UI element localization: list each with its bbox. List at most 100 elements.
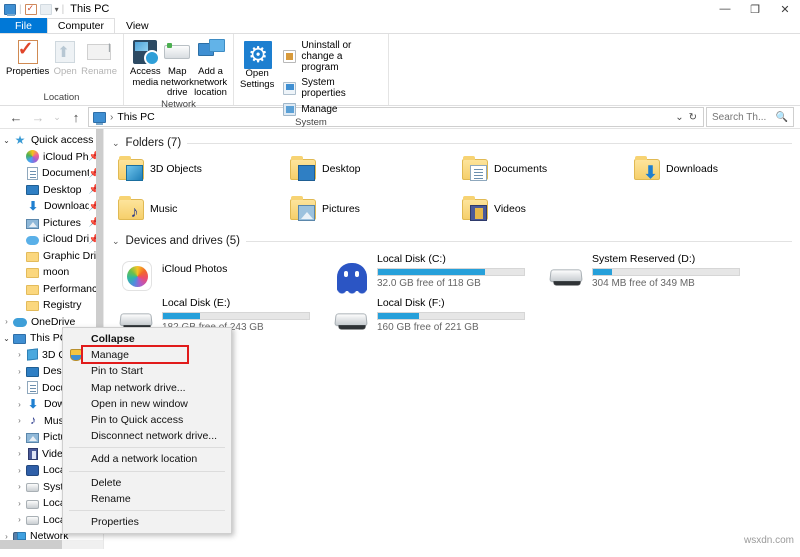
chevron-right-icon[interactable]: › [13,400,26,409]
open-settings-button[interactable]: Open Settings [240,39,274,90]
tab-computer[interactable]: Computer [46,18,116,33]
context-menu-item-add-a-network-location[interactable]: Add a network location [63,451,231,467]
folders-group-header[interactable]: ⌄ Folders (7) [112,137,792,149]
drive-tile[interactable]: iCloud Photos [110,251,325,295]
rename-button[interactable]: Rename [81,37,117,78]
context-menu[interactable]: Collapse Manage Pin to Start Map network dr… [62,327,232,535]
folder-tile[interactable]: ♪ Music [110,193,282,233]
uninstall-icon [283,50,297,63]
address-bar: ← → ⌄ ↑ › This PC ⌄ ↻ Search Th... 🔍 [0,106,800,128]
address-dropdown-icon[interactable]: ⌄ [675,112,683,123]
access-media-button[interactable]: Access media [130,37,161,88]
maximize-button[interactable]: ❐ [740,0,770,18]
chevron-right-icon[interactable]: › [13,367,26,376]
manage-button[interactable]: Manage [280,102,382,117]
sidebar-item-graphic-driver[interactable]: Graphic Driver [0,248,103,265]
search-input[interactable]: Search Th... 🔍 [706,107,794,127]
forward-button[interactable]: → [28,107,48,127]
back-button[interactable]: ← [6,107,26,127]
devices-group-header[interactable]: ⌄ Devices and drives (5) [112,235,792,247]
chevron-right-icon[interactable]: › [13,466,26,475]
open-button[interactable]: Open [49,37,81,78]
chevron-down-icon[interactable]: ⌄ [0,136,13,145]
sidebar-item-label: Graphic Driver [43,249,100,262]
folder-tile[interactable]: Documents [454,153,626,193]
chevron-right-icon[interactable]: › [13,383,26,392]
sidebar-item-moon[interactable]: moon [0,264,103,281]
breadcrumb[interactable]: This PC [117,111,154,123]
context-menu-item-label: Collapse [91,333,135,346]
manage-icon [283,103,297,116]
sidebar-item-pictures[interactable]: Pictures 📌 [0,215,103,232]
context-menu-item-map-network-drive[interactable]: Map network drive... [63,380,231,396]
downloads-icon: ⬇ [27,198,39,213]
folder-tile[interactable]: ⬇ Downloads [626,153,798,193]
this-pc-icon [13,333,26,344]
chevron-right-icon[interactable]: › [13,350,26,359]
uninstall-program-button[interactable]: Uninstall or change a program [280,39,382,74]
context-menu-item-disconnect-network-drive[interactable]: Disconnect network drive... [63,428,231,444]
sidebar-item-performance[interactable]: Performance [0,281,103,298]
sidebar-item-quick-access[interactable]: ⌄ ★ Quick access [0,132,103,149]
chevron-right-icon[interactable]: › [13,515,26,524]
chevron-down-icon[interactable]: ⌄ [112,138,120,149]
monitor-icon[interactable] [4,3,16,16]
sidebar-item-registry[interactable]: Registry [0,297,103,314]
context-menu-item-properties[interactable]: Properties [63,514,231,530]
context-menu-item-delete[interactable]: Delete [63,475,231,491]
tab-file[interactable]: File [0,18,47,33]
chevron-down-icon[interactable]: ▾ [55,5,59,14]
group-label-location: Location [43,92,80,103]
icloud-photos-app-icon [118,259,156,291]
open-icon [55,41,76,63]
sidebar-horizontal-scrollbar[interactable] [0,540,103,549]
context-menu-item-pin-to-quick-access[interactable]: Pin to Quick access [63,412,231,428]
folder-tile[interactable]: Desktop [282,153,454,193]
add-network-location-button[interactable]: Add a network location [194,37,227,99]
chevron-right-icon[interactable]: › [13,449,26,458]
chevron-right-icon[interactable]: › [13,499,26,508]
blank-icon[interactable] [39,3,52,15]
folder-tile[interactable]: 3D Objects [110,153,282,193]
drive-icon [26,483,39,493]
context-menu-item-label: Properties [91,515,139,528]
sidebar-item-icloud-photos[interactable]: iCloud Photos📌 [0,149,103,166]
chevron-right-icon[interactable]: › [0,317,13,326]
chevron-down-icon[interactable]: ⌄ [112,236,120,247]
drive-tile[interactable]: Local Disk (C:) 32.0 GB free of 118 GB [325,251,540,296]
properties-icon[interactable] [24,3,37,15]
devices-group-title: Devices and drives (5) [125,235,240,247]
gear-icon [244,41,273,69]
map-network-drive-icon [164,45,191,59]
context-menu-item-rename[interactable]: Rename [63,491,231,507]
context-menu-item-manage[interactable]: Manage [63,345,231,365]
recent-locations-button[interactable]: ⌄ [50,107,64,127]
close-button[interactable]: ✕ [770,0,800,18]
system-properties-button[interactable]: System properties [280,76,382,100]
chevron-right-icon[interactable]: › [13,416,26,425]
context-menu-item-pin-to-start[interactable]: Pin to Start [63,363,231,379]
sidebar-item-documents[interactable]: Documents📌 [0,165,103,182]
properties-button[interactable]: Properties [6,37,49,78]
map-network-drive-button[interactable]: Map network drive [161,37,194,99]
chevron-down-icon[interactable]: ⌄ [0,334,13,343]
chevron-right-icon[interactable]: › [13,433,26,442]
system-properties-label: System properties [301,77,346,99]
tab-view[interactable]: View [115,18,160,33]
drive-tile[interactable]: Local Disk (F:) 160 GB free of 221 GB [325,295,540,339]
refresh-icon[interactable]: ↻ [689,112,697,123]
sidebar-item-desktop[interactable]: Desktop 📌 [0,182,103,199]
chevron-right-icon[interactable]: › [13,482,26,491]
sidebar-item-downloads[interactable]: ⬇Downloads📌 [0,198,103,215]
sidebar-item-icloud-drive[interactable]: iCloud Drive📌 [0,231,103,248]
system-small-buttons: Uninstall or change a program System pro… [274,39,382,117]
drive-tile[interactable]: System Reserved (D:) 304 MB free of 349 M… [540,251,755,295]
add-network-location-label: Add a network location [193,66,228,98]
window-title: This PC [70,3,110,15]
up-button[interactable]: ↑ [66,107,86,127]
folder-tile[interactable]: Pictures [282,193,454,233]
folder-tile[interactable]: Videos [454,193,626,233]
context-menu-item-open-in-new-window[interactable]: Open in new window [63,396,231,412]
minimize-button[interactable]: — [710,0,740,18]
videos-icon [28,447,38,460]
